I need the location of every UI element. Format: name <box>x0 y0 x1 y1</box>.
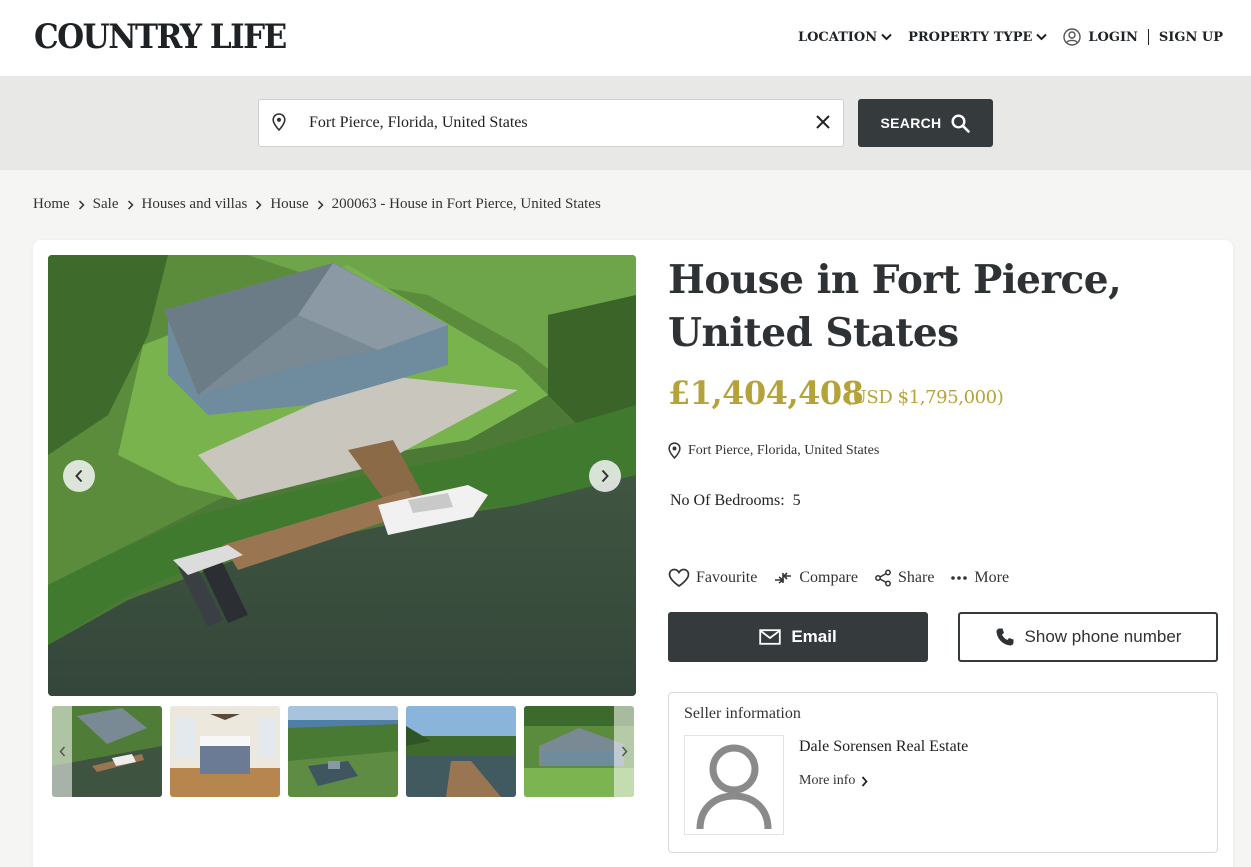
email-button[interactable]: Email <box>668 612 928 662</box>
nav-location[interactable]: LOCATION <box>798 30 892 45</box>
seller-more-info-link[interactable]: More info <box>799 773 869 789</box>
bedrooms-label: No Of Bedrooms: <box>670 492 785 509</box>
seller-title: Seller information <box>684 705 801 722</box>
close-icon[interactable] <box>815 114 831 130</box>
phone-icon <box>996 628 1014 646</box>
listing-location: Fort Pierce, Florida, United States <box>668 442 879 459</box>
listing-location-text: Fort Pierce, Florida, United States <box>688 442 880 458</box>
main-nav: LOCATION PROPERTY TYPE LOGIN SIGN UP <box>798 28 1223 46</box>
user-circle-icon <box>1063 28 1082 46</box>
share-icon <box>875 569 891 587</box>
person-placeholder-icon <box>696 744 772 830</box>
site-logo[interactable]: COUNTRY LIFE <box>34 18 287 57</box>
nav-signup[interactable]: SIGN UP <box>1159 30 1223 45</box>
breadcrumb-home[interactable]: Home <box>33 196 70 213</box>
search-button-label: SEARCH <box>880 115 942 131</box>
listing-price: £1,404,408 <box>668 374 864 412</box>
bedrooms-value: 5 <box>792 492 801 509</box>
show-phone-label: Show phone number <box>1024 627 1182 646</box>
photo-prev-button[interactable] <box>63 460 95 492</box>
email-button-label: Email <box>791 627 837 646</box>
nav-property-type[interactable]: PROPERTY TYPE <box>908 29 1048 45</box>
nav-divider <box>1147 29 1149 45</box>
chevron-down-icon <box>881 33 892 41</box>
search-icon <box>951 113 971 133</box>
main-photo[interactable] <box>48 255 636 696</box>
thumbnail[interactable] <box>170 706 280 797</box>
map-pin-icon <box>668 442 681 459</box>
thumbs-next-button[interactable] <box>614 706 634 797</box>
chevron-right-icon <box>621 746 628 757</box>
breadcrumb-current: 200063 - House in Fort Pierce, United St… <box>331 196 601 212</box>
search-button[interactable]: SEARCH <box>858 99 993 147</box>
seller-info-box: Seller information Dale Sorensen Real Es… <box>668 692 1218 853</box>
chevron-right-icon <box>255 199 262 210</box>
chevron-left-icon <box>75 469 83 483</box>
thumbs-prev-button[interactable] <box>52 706 72 797</box>
favourite-label: Favourite <box>696 569 758 586</box>
heart-icon <box>668 568 690 588</box>
thumbnail[interactable] <box>288 706 398 797</box>
thumbnail-strip <box>52 706 634 797</box>
listing-price-usd: (USD $1,795,000) <box>845 387 1004 408</box>
nav-location-label: LOCATION <box>797 29 878 45</box>
chevron-left-icon <box>58 746 65 757</box>
nav-login-label: LOGIN <box>1088 29 1138 45</box>
more-dots-icon <box>951 576 968 580</box>
photo-next-button[interactable] <box>589 460 621 492</box>
thumbnail[interactable] <box>406 706 516 797</box>
seller-name: Dale Sorensen Real Estate <box>799 738 969 755</box>
mail-icon <box>759 629 782 645</box>
breadcrumb-houses-villas[interactable]: Houses and villas <box>142 196 248 213</box>
bedrooms-info: No Of Bedrooms: 5 <box>670 492 801 510</box>
compare-button[interactable]: Compare <box>773 569 858 587</box>
map-pin-icon <box>272 113 286 131</box>
share-button[interactable]: Share <box>874 569 934 587</box>
search-box <box>258 99 844 147</box>
nav-signup-label: SIGN UP <box>1158 29 1223 45</box>
chevron-right-icon <box>78 199 85 210</box>
chevron-down-icon <box>1036 33 1048 41</box>
more-button[interactable]: More <box>950 569 1009 587</box>
compare-icon <box>775 572 792 584</box>
chevron-right-icon <box>317 199 324 210</box>
chevron-right-icon <box>127 199 134 210</box>
nav-login[interactable]: LOGIN <box>1063 28 1138 46</box>
show-phone-button[interactable]: Show phone number <box>958 612 1218 662</box>
more-label: More <box>974 569 1010 586</box>
search-band: SEARCH <box>0 76 1251 170</box>
chevron-right-icon <box>601 469 609 483</box>
seller-more-label: More info <box>799 773 856 788</box>
seller-avatar <box>684 735 784 835</box>
breadcrumb: Home Sale Houses and villas House 200063… <box>33 196 601 213</box>
compare-label: Compare <box>799 569 858 586</box>
site-header: COUNTRY LIFE LOCATION PROPERTY TYPE LOGI… <box>0 0 1251 76</box>
share-label: Share <box>897 569 935 586</box>
listing-actions: Favourite Compare Share More <box>668 568 1025 588</box>
search-input[interactable] <box>309 108 799 138</box>
breadcrumb-sale[interactable]: Sale <box>93 196 119 213</box>
chevron-right-icon <box>862 775 869 787</box>
listing-title: House in Fort Pierce, United States <box>668 257 1122 356</box>
favourite-button[interactable]: Favourite <box>668 568 757 588</box>
breadcrumb-house[interactable]: House <box>270 196 308 213</box>
nav-property-type-label: PROPERTY TYPE <box>908 29 1033 45</box>
